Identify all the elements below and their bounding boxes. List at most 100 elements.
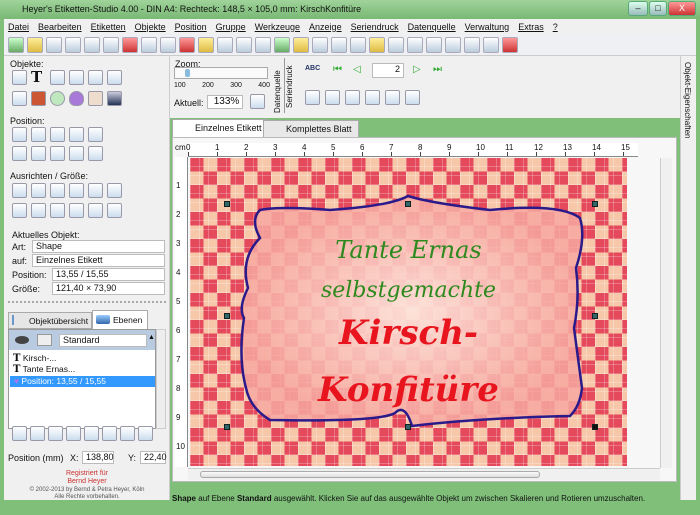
menu-verwaltung[interactable]: Verwaltung [465,22,510,32]
current-zoom-field[interactable]: 133% [207,95,243,109]
align-bottom-icon[interactable] [69,127,84,142]
edit-record-icon[interactable] [385,90,400,105]
guides-icon[interactable] [445,36,461,53]
zoom-slider-thumb[interactable] [184,69,190,77]
size8-icon[interactable] [31,203,46,218]
points-icon[interactable] [331,36,347,53]
tab-einzelnes-etikett[interactable]: Einzelnes Etikett [172,119,269,137]
x-field[interactable]: 138,80 [82,451,114,464]
menu-gruppe[interactable]: Gruppe [216,22,246,32]
align-center-icon[interactable] [50,146,65,161]
import-icon[interactable] [217,36,233,53]
minimize-button[interactable]: – [628,1,648,16]
open-icon[interactable] [27,36,43,53]
edit-layer-icon[interactable] [30,426,45,441]
selection-handle[interactable] [405,201,411,207]
menu-datei[interactable]: Datei [8,22,29,32]
close-button[interactable]: X [668,1,696,16]
vertical-scrollbar[interactable] [660,158,672,468]
pos2-icon[interactable] [12,146,27,161]
selection-handle[interactable] [224,424,230,430]
size1-icon[interactable] [12,183,27,198]
select-tool-icon[interactable] [12,70,27,85]
duplicate-icon[interactable] [236,36,252,53]
undo-icon[interactable] [84,36,100,53]
center-icon[interactable] [88,127,103,142]
move-top-icon[interactable] [66,426,81,441]
menu-werkzeuge[interactable]: Werkzeuge [255,22,300,32]
zoom-slider[interactable] [174,67,268,79]
redo-icon[interactable] [103,36,119,53]
delete-record-icon[interactable] [405,90,420,105]
delete-layer-icon[interactable] [138,426,153,441]
settings-icon[interactable] [464,36,480,53]
curve-icon[interactable] [483,36,499,53]
image-tool-icon[interactable] [69,70,84,85]
size6-icon[interactable] [107,183,122,198]
align-middle-icon[interactable] [50,127,65,142]
first-record-icon[interactable]: ⏮ [333,64,342,75]
open-datasource-icon[interactable] [325,90,340,105]
horizontal-scrollbar[interactable] [188,468,660,480]
page-icon[interactable] [369,36,385,53]
copy-layer-icon[interactable] [48,426,63,441]
align-left-icon[interactable] [31,146,46,161]
copy-icon[interactable] [141,36,157,53]
size3-icon[interactable] [50,183,65,198]
bottle-tool-icon[interactable] [31,91,46,106]
edit-icon[interactable] [293,36,309,53]
menu-bearbeiten[interactable]: Bearbeiten [38,22,82,32]
splitter[interactable] [8,301,166,303]
align-top-icon[interactable] [31,127,46,142]
pdf-icon[interactable] [502,36,518,53]
add-record-icon[interactable] [305,90,320,105]
pos-icon[interactable] [12,127,27,142]
size12-icon[interactable] [107,203,122,218]
abc-icon[interactable]: ABC [305,65,320,72]
y-field[interactable]: 22,40 [140,451,167,464]
add-layer-icon[interactable] [12,426,27,441]
size2-icon[interactable] [31,183,46,198]
size9-icon[interactable] [50,203,65,218]
size7-icon[interactable] [12,203,27,218]
save-icon[interactable] [46,36,62,53]
size4-icon[interactable] [69,183,84,198]
grid-icon[interactable] [426,36,442,53]
selection-handle[interactable] [592,424,598,430]
layer-item[interactable]: T Tante Ernas... [13,364,75,375]
last-record-icon[interactable]: ⏭ [433,64,442,75]
move-bottom-icon[interactable] [120,426,135,441]
layer-scrollbar[interactable] [156,329,166,429]
note-icon[interactable] [312,36,328,53]
layer-item-selected[interactable]: ♥ Position: 13,55 / 15,55 [10,376,155,387]
prev-record-icon[interactable]: ◁ [353,64,361,75]
table-tool-icon[interactable] [107,70,122,85]
edit-datasource-icon[interactable] [345,90,360,105]
selection-handle[interactable] [405,424,411,430]
move-down-icon[interactable] [102,426,117,441]
label-icon[interactable] [274,36,290,53]
cut-icon[interactable] [122,36,138,53]
tab-komplettes-blatt[interactable]: Komplettes Blatt [263,120,359,137]
selection-handle[interactable] [224,201,230,207]
eraser-icon[interactable] [179,36,195,53]
menu-extras[interactable]: Extras [518,22,544,32]
layer-item[interactable]: T Kirsch-... [13,353,56,364]
menu-anzeige[interactable]: Anzeige [309,22,342,32]
align-right-icon[interactable] [69,146,84,161]
menu-etiketten[interactable]: Etiketten [91,22,126,32]
menu-position[interactable]: Position [175,22,207,32]
menu-objekte[interactable]: Objekte [135,22,166,32]
pen-icon[interactable] [198,36,214,53]
zoom-fit-icon[interactable] [250,94,265,109]
layer-dropdown-icon[interactable]: ▲ [148,334,156,347]
clipart-tool-icon[interactable] [88,70,103,85]
record-field[interactable]: 2 [372,63,404,78]
form-tool-icon[interactable] [12,91,27,106]
maximize-button[interactable]: □ [649,1,667,16]
eye-icon[interactable] [15,336,29,344]
label-canvas[interactable]: Tante Ernas selbstgemachte Kirsch- Konfi… [190,158,627,466]
menu-datenquelle[interactable]: Datenquelle [408,22,456,32]
size5-icon[interactable] [88,183,103,198]
numbers-icon[interactable] [350,36,366,53]
